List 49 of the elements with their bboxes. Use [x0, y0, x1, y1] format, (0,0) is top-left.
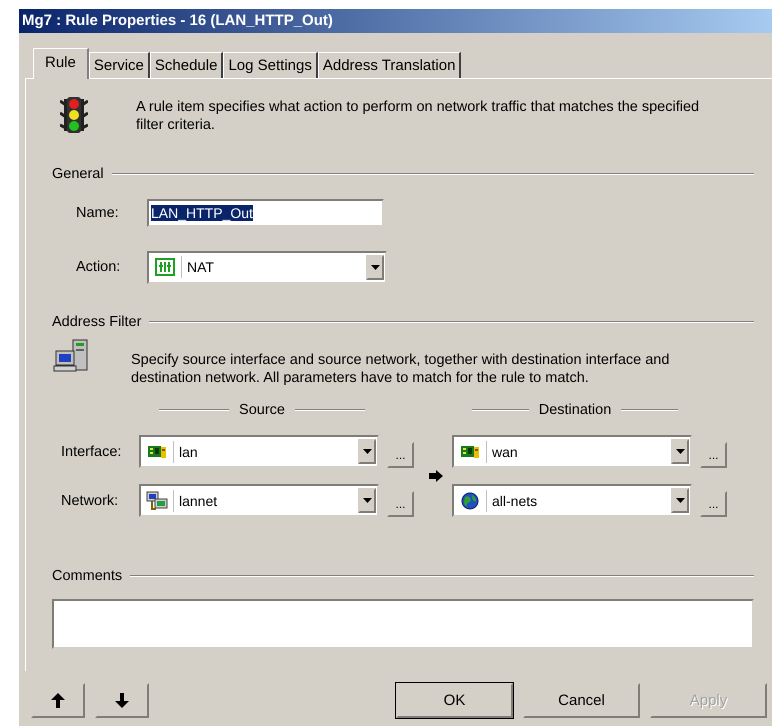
tab[interactable]: Address Translation	[318, 52, 462, 78]
name-field[interactable]: LAN_HTTP_Out	[147, 199, 384, 227]
dialog-button[interactable]: Cancel	[523, 683, 640, 718]
comments-field[interactable]	[52, 599, 754, 649]
field-label: Network:	[60, 492, 120, 508]
section-heading: General	[52, 166, 104, 182]
caret-icon	[362, 498, 372, 503]
dropdown-value: wan	[492, 444, 518, 460]
dialog-button[interactable]: OK	[396, 683, 513, 718]
section-heading: Comments	[52, 568, 122, 584]
tab[interactable]: Service	[88, 52, 150, 78]
caret-icon	[676, 449, 684, 454]
field-label: Action:	[75, 259, 122, 275]
globe-icon	[461, 492, 479, 510]
caret-icon	[676, 498, 684, 503]
tab[interactable]: Log Settings	[223, 52, 318, 78]
arrow-down-icon	[115, 693, 129, 708]
dropdown[interactable]: lan	[139, 435, 379, 468]
computers-icon	[146, 490, 168, 510]
column-heading: Destination	[538, 402, 612, 418]
arrow-up-icon	[51, 693, 65, 708]
browse-button[interactable]: ...	[700, 442, 727, 468]
caret-icon	[370, 264, 380, 270]
network-card-icon	[147, 444, 167, 460]
description-text: Specify source interface and source network, together with destination interface and destination network. All parameters have to match for the rule to match.	[131, 351, 670, 387]
dropdown-value: NAT	[187, 259, 214, 275]
tab[interactable]: Rule	[33, 48, 89, 79]
dropdown[interactable]: wan	[452, 435, 692, 468]
tab[interactable]: Schedule	[150, 52, 224, 78]
nat-icon	[155, 258, 175, 276]
dropdown[interactable]: NAT	[147, 250, 387, 284]
browse-button[interactable]: ...	[387, 442, 414, 468]
window-title: Mg7 : Rule Properties - 16 (LAN_HTTP_Out)	[19, 9, 772, 33]
dropdown-value: lannet	[179, 492, 218, 508]
dropdown-value: lan	[179, 444, 198, 460]
dropdown[interactable]: lannet	[139, 484, 379, 517]
description-text: A rule item specifies what action to perform on network traffic that matches the specified filter criteria.	[136, 98, 700, 134]
dropdown[interactable]: all-nets	[452, 484, 692, 517]
browse-button[interactable]: ...	[700, 491, 727, 517]
dropdown-value: all-nets	[492, 492, 538, 508]
network-card-icon	[460, 444, 480, 460]
arrow-right-icon	[428, 470, 442, 482]
caret-icon	[362, 449, 372, 454]
section-heading: Address Filter	[52, 314, 142, 330]
traffic-light-icon	[60, 95, 88, 135]
column-heading: Source	[239, 402, 285, 418]
field-label: Name:	[75, 205, 120, 221]
browse-button[interactable]: ...	[387, 491, 414, 517]
field-label: Interface:	[60, 444, 122, 460]
